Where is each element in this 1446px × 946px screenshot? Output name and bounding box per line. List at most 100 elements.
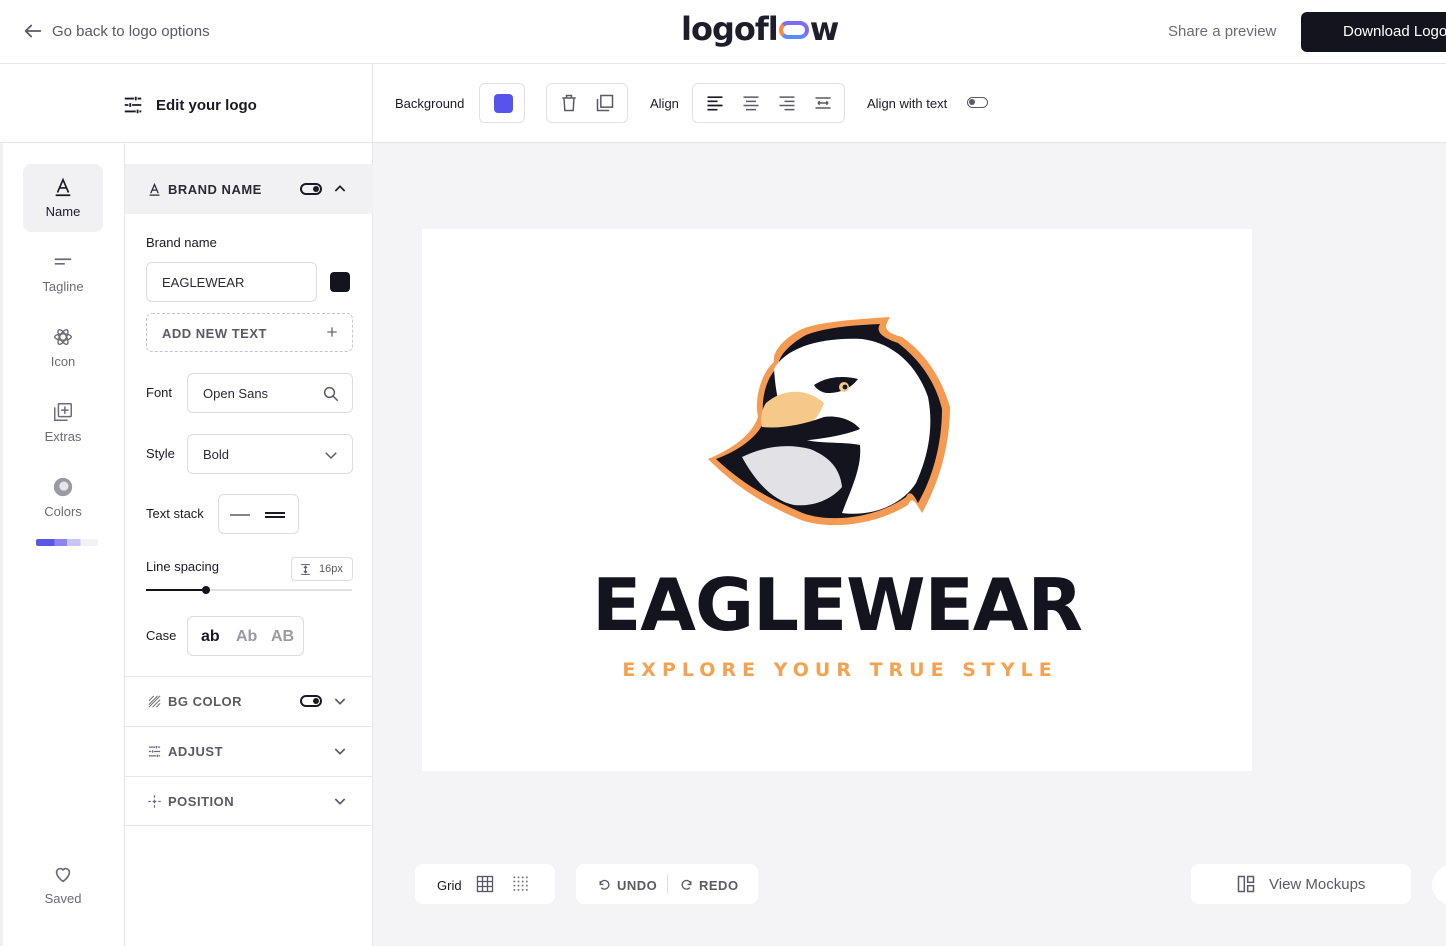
case-selector: ab Ab AB bbox=[187, 616, 304, 656]
app-logo[interactable]: logofl w bbox=[681, 10, 839, 48]
add-new-text-label: ADD NEW TEXT bbox=[162, 326, 267, 341]
rail-item-label: Tagline bbox=[42, 279, 84, 294]
rail-item-name[interactable]: Name bbox=[23, 164, 103, 232]
case-upper-option[interactable]: AB bbox=[271, 628, 294, 646]
grid-label: Grid bbox=[437, 878, 462, 893]
layout-icon bbox=[1237, 875, 1255, 893]
hatch-icon bbox=[148, 695, 161, 708]
edit-header: Edit your logo bbox=[0, 64, 373, 143]
add-new-text-button[interactable]: ADD NEW TEXT bbox=[146, 313, 353, 352]
logo-tagline[interactable]: EXPLORE YOUR TRUE STYLE bbox=[422, 659, 1252, 681]
style-label: Style bbox=[146, 446, 175, 461]
double-line-icon[interactable] bbox=[264, 507, 286, 523]
chevron-down-icon[interactable] bbox=[332, 743, 348, 759]
rail-item-saved[interactable]: Saved bbox=[23, 851, 103, 919]
rail-item-colors[interactable]: Colors bbox=[23, 464, 103, 532]
edit-panel: BRAND NAME Brand name EAGLEWEAR ADD NEW … bbox=[125, 143, 373, 946]
eagle-logo-image bbox=[708, 317, 950, 526]
section-title: ADJUST bbox=[168, 744, 224, 759]
style-select[interactable]: Bold bbox=[187, 434, 353, 474]
section-title: BRAND NAME bbox=[168, 182, 262, 197]
section-title: BG COLOR bbox=[168, 694, 243, 709]
line-spacing-label: Line spacing bbox=[146, 559, 219, 574]
single-line-icon[interactable] bbox=[229, 507, 251, 523]
back-label: Go back to logo options bbox=[52, 22, 210, 40]
trash-icon[interactable] bbox=[559, 93, 579, 113]
adjust-section-header[interactable]: ADJUST bbox=[125, 726, 373, 776]
justify-icon[interactable] bbox=[813, 93, 833, 113]
canvas-toolbar: Background Align Align with text bbox=[373, 64, 1446, 143]
duplicate-icon[interactable] bbox=[595, 93, 615, 113]
undo-icon bbox=[599, 879, 610, 890]
align-right-icon[interactable] bbox=[777, 93, 797, 113]
color-palette-bar bbox=[36, 539, 98, 546]
redo-icon bbox=[681, 879, 692, 890]
move-icon bbox=[148, 795, 161, 808]
brand-name-toggle[interactable] bbox=[300, 183, 322, 195]
brand-name-section-header[interactable]: BRAND NAME bbox=[125, 164, 373, 214]
top-bar: Go back to logo options logofl w Share a … bbox=[0, 0, 1446, 64]
logo-artboard[interactable]: EAGLEWEAR EXPLORE YOUR TRUE STYLE bbox=[422, 229, 1252, 771]
font-value: Open Sans bbox=[203, 386, 269, 401]
align-group bbox=[692, 83, 845, 123]
font-label: Font bbox=[146, 385, 173, 400]
download-logo-button[interactable]: Download Logo bbox=[1301, 12, 1446, 52]
bg-color-section-header[interactable]: BG COLOR bbox=[125, 676, 373, 726]
share-preview-link[interactable]: Share a preview bbox=[1168, 23, 1276, 40]
slider-fill bbox=[146, 589, 206, 591]
align-label: Align bbox=[650, 96, 679, 111]
font-search-input[interactable]: Open Sans bbox=[187, 373, 353, 413]
search-icon bbox=[323, 386, 339, 402]
back-to-logo-options-link[interactable]: Go back to logo options bbox=[22, 20, 210, 42]
text-color-swatch[interactable] bbox=[330, 272, 350, 292]
edit-actions-group bbox=[546, 83, 628, 123]
chevron-up-icon[interactable] bbox=[332, 181, 348, 197]
background-swatch bbox=[494, 94, 513, 113]
rail-item-label: Name bbox=[45, 204, 81, 219]
text-stack-label: Text stack bbox=[146, 506, 204, 521]
rail-item-label: Extras bbox=[44, 429, 82, 444]
background-label: Background bbox=[395, 96, 465, 111]
align-center-icon[interactable] bbox=[741, 93, 761, 113]
align-with-text-toggle[interactable] bbox=[967, 97, 988, 108]
brand-name-input[interactable]: EAGLEWEAR bbox=[146, 262, 317, 302]
view-mockups-button[interactable]: View Mockups bbox=[1191, 864, 1411, 904]
redo-label: REDO bbox=[699, 878, 739, 893]
canvas-area: EAGLEWEAR EXPLORE YOUR TRUE STYLE Grid U… bbox=[373, 143, 1446, 946]
dot-grid-icon[interactable] bbox=[511, 874, 531, 894]
rail-item-label: Icon bbox=[50, 354, 76, 369]
rail-item-tagline[interactable]: Tagline bbox=[23, 239, 103, 307]
rail-item-icon[interactable]: Icon bbox=[23, 314, 103, 382]
rail-item-extras[interactable]: Extras bbox=[23, 389, 103, 457]
background-color-picker[interactable] bbox=[479, 83, 525, 123]
rail-item-label: Colors bbox=[44, 504, 82, 519]
sliders-icon bbox=[124, 96, 142, 114]
line-spacing-slider[interactable] bbox=[146, 586, 352, 594]
case-lower-option[interactable]: ab bbox=[201, 628, 220, 646]
bg-color-toggle[interactable] bbox=[300, 695, 322, 707]
redo-button[interactable]: REDO bbox=[680, 878, 739, 893]
undo-button[interactable]: UNDO bbox=[598, 878, 657, 893]
line-spacing-value-box[interactable]: 16px bbox=[291, 557, 353, 581]
divider bbox=[667, 874, 668, 894]
zoom-button[interactable] bbox=[1432, 865, 1446, 905]
slider-knob[interactable] bbox=[201, 586, 210, 594]
grid-icon[interactable] bbox=[475, 874, 495, 894]
plus-icon bbox=[327, 327, 337, 337]
case-title-option[interactable]: Ab bbox=[236, 628, 257, 646]
color-circle-icon bbox=[53, 477, 73, 497]
chevron-down-icon[interactable] bbox=[332, 693, 348, 709]
align-left-icon[interactable] bbox=[705, 93, 725, 113]
chevron-down-icon[interactable] bbox=[332, 793, 348, 809]
text-stack-control[interactable] bbox=[218, 494, 299, 534]
arrow-left-icon bbox=[24, 24, 42, 38]
logo-brand-name[interactable]: EAGLEWEAR bbox=[422, 563, 1252, 647]
grid-controls: Grid bbox=[415, 864, 555, 904]
atom-icon bbox=[54, 328, 72, 346]
tagline-lines-icon bbox=[54, 258, 72, 265]
position-section-header[interactable]: POSITION bbox=[125, 776, 373, 826]
case-label: Case bbox=[146, 628, 177, 643]
text-a-icon bbox=[55, 177, 71, 197]
rail-item-label: Saved bbox=[44, 891, 82, 906]
sliders-icon bbox=[148, 745, 161, 758]
